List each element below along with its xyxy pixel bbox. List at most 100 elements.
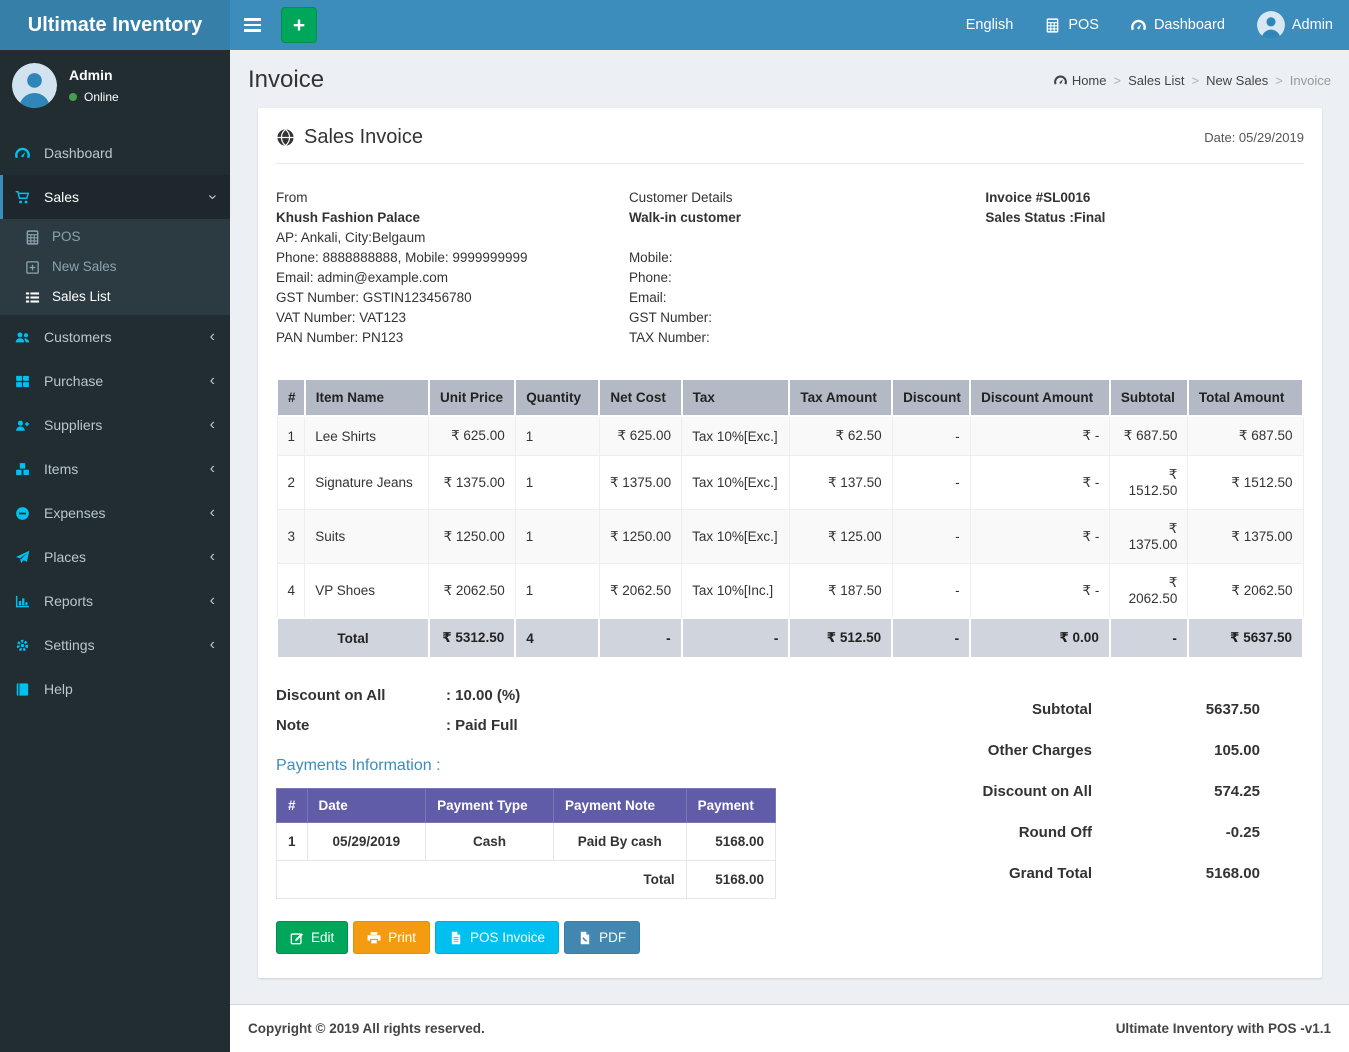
discount-on-all-row: Discount on All : 10.00 (%) — [276, 687, 796, 704]
item-cell: ₹ 1512.50 — [1188, 456, 1303, 510]
item-cell: - — [892, 456, 970, 510]
sidebar-item-items[interactable]: Items ‹ — [0, 447, 230, 491]
sales-submenu: POS New Sales Sales List — [0, 219, 230, 315]
sidebar-item-customers[interactable]: Customers ‹ — [0, 315, 230, 359]
sales-status: Sales Status :Final — [985, 208, 1304, 228]
breadcrumb-separator: > — [1114, 73, 1122, 88]
items-total-row: Total ₹ 5312.50 4 - - ₹ 512.50 - ₹ 0.00 … — [277, 618, 1303, 658]
users-icon — [15, 330, 36, 345]
item-cell: ₹ 1375.00 — [429, 456, 515, 510]
payments-table: # Date Payment Type Payment Note Payment… — [276, 788, 776, 899]
book-icon — [15, 682, 36, 697]
items-table: # Item Name Unit Price Quantity Net Cost… — [276, 378, 1304, 659]
sidebar-item-purchase[interactable]: Purchase ‹ — [0, 359, 230, 403]
sidebar-item-pos[interactable]: POS — [0, 222, 230, 252]
pdf-button[interactable]: PDF — [564, 921, 640, 954]
chevron-left-icon: ‹ — [210, 329, 215, 345]
payments-heading: Payments Information : — [276, 757, 796, 775]
sidebar-menu: Dashboard Sales ‹ POS New Sales — [0, 131, 230, 711]
calculator-icon — [1045, 18, 1061, 33]
nav-pos[interactable]: POS — [1029, 0, 1115, 50]
summary-discount-on-all: Discount on All 574.25 — [834, 783, 1260, 800]
minus-circle-icon — [15, 506, 36, 521]
chevron-left-icon: ‹ — [210, 373, 215, 389]
sidebar-user-panel: Admin Online — [0, 50, 230, 123]
user-plus-icon — [15, 418, 36, 433]
sidebar-item-help[interactable]: Help — [0, 667, 230, 711]
chevron-down-icon: ‹ — [204, 194, 220, 199]
brand-logo[interactable]: Ultimate Inventory — [0, 0, 230, 50]
item-cell: 1 — [277, 416, 305, 456]
item-cell: ₹ 2062.50 — [599, 564, 681, 619]
sidebar-item-places[interactable]: Places ‹ — [0, 535, 230, 579]
footer-version: Ultimate Inventory with POS -v1.1 — [1116, 1021, 1331, 1036]
customer-name: Walk-in customer — [629, 208, 985, 228]
item-cell: 4 — [277, 564, 305, 619]
item-cell: ₹ 187.50 — [789, 564, 892, 619]
item-cell: Lee Shirts — [305, 416, 429, 456]
invoice-number: Invoice #SL0016 — [985, 188, 1304, 208]
top-navbar: + English POS Dashboard Adm — [230, 0, 1349, 50]
sidebar-item-sales[interactable]: Sales ‹ — [0, 175, 230, 219]
list-icon — [25, 290, 45, 305]
sidebar-user-status: Online — [69, 90, 119, 104]
summary-round-off: Round Off -0.25 — [834, 824, 1260, 841]
invoice-panel: Sales Invoice Date: 05/29/2019 From Khus… — [258, 108, 1322, 978]
item-cell: ₹ 687.50 — [1110, 416, 1188, 456]
invoice-summary: Subtotal 5637.50 Other Charges 105.00 Di… — [834, 687, 1304, 906]
item-cell: ₹ 1375.00 — [1110, 510, 1188, 564]
pos-invoice-button[interactable]: POS Invoice — [435, 921, 559, 954]
quick-add-button[interactable]: + — [281, 7, 317, 43]
breadcrumb: Home > Sales List > New Sales > Invoice — [1054, 73, 1331, 88]
item-cell: ₹ 625.00 — [429, 416, 515, 456]
sidebar-item-sales-list[interactable]: Sales List — [0, 282, 230, 312]
table-row: 105/29/2019CashPaid By cash5168.00 — [277, 823, 776, 861]
breadcrumb-separator: > — [1275, 73, 1283, 88]
tachometer-icon — [15, 146, 36, 161]
item-cell: 1 — [515, 564, 599, 619]
nav-pos-label: POS — [1068, 17, 1099, 33]
file-text-icon — [449, 931, 463, 945]
breadcrumb-sales-list[interactable]: Sales List — [1128, 73, 1184, 88]
item-cell: VP Shoes — [305, 564, 429, 619]
sidebar-item-dashboard[interactable]: Dashboard — [0, 131, 230, 175]
table-row: 4VP Shoes₹ 2062.501₹ 2062.50Tax 10%[Inc.… — [277, 564, 1303, 619]
sidebar-item-settings[interactable]: Settings ‹ — [0, 623, 230, 667]
content-header: Invoice Home > Sales List > New Sales > … — [230, 50, 1349, 108]
payments-table-header: # Date Payment Type Payment Note Payment — [277, 789, 776, 823]
tachometer-icon — [1054, 74, 1067, 87]
edit-button[interactable]: Edit — [276, 921, 348, 954]
nav-user-menu[interactable]: Admin — [1241, 0, 1349, 50]
payment-cell: Paid By cash — [553, 823, 686, 861]
pencil-square-icon — [290, 931, 304, 945]
item-cell: 2 — [277, 456, 305, 510]
item-cell: ₹ - — [970, 456, 1110, 510]
paper-plane-icon — [15, 550, 36, 565]
nav-user-label: Admin — [1292, 17, 1333, 33]
breadcrumb-new-sales[interactable]: New Sales — [1206, 73, 1268, 88]
payment-cell: Cash — [426, 823, 554, 861]
nav-language[interactable]: English — [950, 0, 1030, 50]
sidebar-item-suppliers[interactable]: Suppliers ‹ — [0, 403, 230, 447]
user-avatar — [1257, 11, 1285, 39]
sidebar-item-new-sales[interactable]: New Sales — [0, 252, 230, 282]
chevron-left-icon: ‹ — [210, 549, 215, 565]
item-cell: Suits — [305, 510, 429, 564]
nav-dashboard[interactable]: Dashboard — [1115, 0, 1241, 50]
invoice-date: Date: 05/29/2019 — [1204, 130, 1304, 145]
item-cell: 1 — [515, 510, 599, 564]
payment-cell: 5168.00 — [686, 823, 775, 861]
sidebar-item-expenses[interactable]: Expenses ‹ — [0, 491, 230, 535]
globe-icon — [276, 128, 295, 147]
breadcrumb-home[interactable]: Home — [1054, 73, 1107, 88]
sidebar-avatar — [12, 63, 57, 108]
print-button[interactable]: Print — [353, 921, 430, 954]
item-cell: ₹ 2062.50 — [1188, 564, 1303, 619]
items-table-body: 1Lee Shirts₹ 625.001₹ 625.00Tax 10%[Exc.… — [277, 416, 1303, 618]
hamburger-menu-icon[interactable] — [230, 18, 275, 32]
chevron-left-icon: ‹ — [210, 593, 215, 609]
sidebar-item-reports[interactable]: Reports ‹ — [0, 579, 230, 623]
item-cell: ₹ - — [970, 510, 1110, 564]
item-cell: - — [892, 510, 970, 564]
item-cell: - — [892, 564, 970, 619]
